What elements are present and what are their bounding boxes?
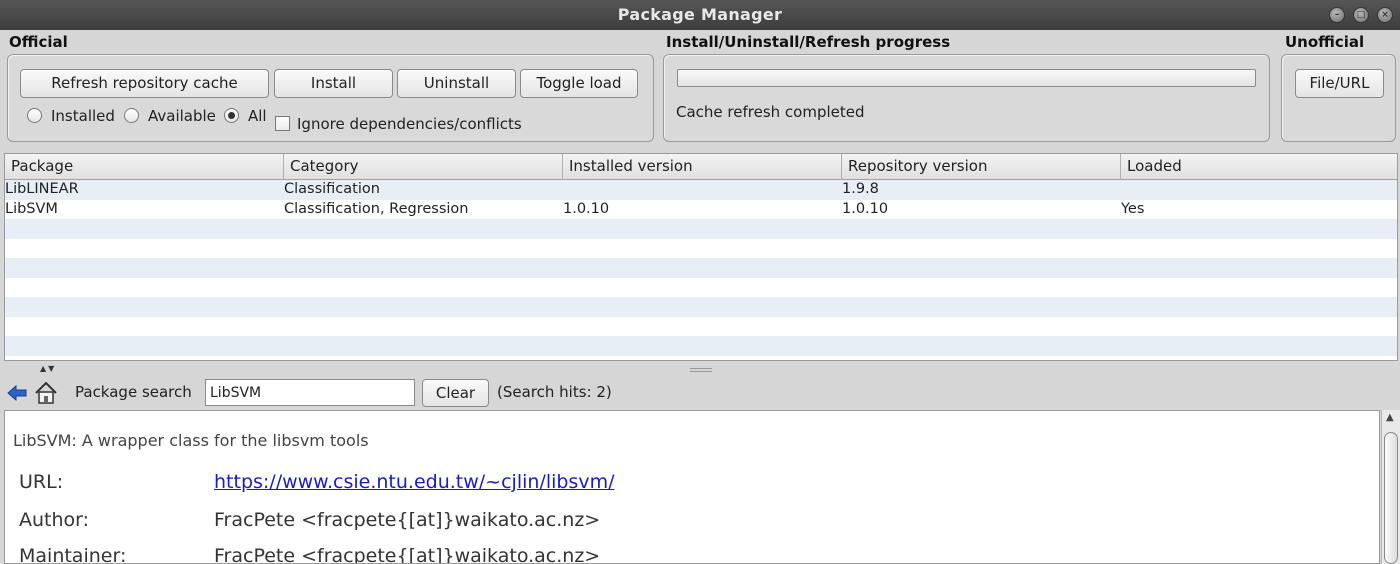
official-label: Official [9, 33, 68, 51]
ignore-dependencies-checkbox[interactable] [275, 116, 290, 131]
close-icon[interactable]: × [1377, 7, 1393, 23]
available-radio[interactable] [124, 108, 139, 123]
unofficial-group [1281, 54, 1396, 142]
search-bar: Package search Clear (Search hits: 2) [0, 378, 1400, 408]
maintainer-label: Maintainer: [19, 545, 127, 564]
window-title: Package Manager [617, 5, 783, 24]
cell-package: LibLINEAR [5, 181, 79, 197]
minimize-icon[interactable]: – [1329, 7, 1345, 23]
split-pane-divider[interactable]: ▲▼ [0, 362, 1400, 378]
progress-status: Cache refresh completed [676, 103, 865, 121]
cell-installed-version: 1.0.10 [563, 200, 610, 217]
progress-bar [677, 69, 1256, 87]
toggle-load-button[interactable]: Toggle load [520, 69, 638, 98]
author-label: Author: [19, 509, 90, 531]
progress-label: Install/Uninstall/Refresh progress [666, 33, 951, 51]
installed-radio[interactable] [27, 108, 42, 123]
ignore-dependencies-label: Ignore dependencies/conflicts [297, 115, 522, 133]
progress-group [663, 54, 1270, 142]
home-icon[interactable] [33, 380, 59, 406]
url-label: URL: [19, 471, 64, 493]
scroll-up-icon[interactable]: ▲ [1386, 412, 1394, 423]
package-table: Package Category Installed version Repos… [4, 153, 1398, 361]
column-header-package[interactable]: Package [5, 154, 284, 180]
all-radio[interactable] [224, 108, 239, 123]
splitter-grip-icon[interactable] [690, 368, 712, 372]
cell-category: Classification, Regression [284, 200, 469, 217]
maximize-icon[interactable]: □ [1353, 7, 1369, 23]
maintainer-value: FracPete <fracpete{[at]}waikato.ac.nz> [214, 545, 601, 564]
all-radio-label: All [248, 107, 267, 125]
column-header-category[interactable]: Category [284, 154, 563, 180]
available-radio-label: Available [148, 107, 216, 125]
info-vertical-scrollbar[interactable]: ▲ [1381, 410, 1400, 564]
package-info-panel: LibSVM: A wrapper class for the libsvm t… [4, 410, 1380, 564]
clear-search-button[interactable]: Clear [422, 379, 489, 407]
cell-loaded: Yes [1121, 200, 1145, 217]
split-arrows-icon[interactable]: ▲▼ [40, 364, 56, 373]
table-body: LibLINEAR Classification 1.9.8 LibSVM Cl… [5, 180, 1397, 356]
cell-category: Classification [284, 181, 380, 197]
column-header-loaded[interactable]: Loaded [1121, 154, 1397, 180]
package-search-label: Package search [75, 383, 192, 401]
back-arrow-icon[interactable] [6, 384, 28, 402]
package-search-input[interactable] [205, 379, 415, 406]
unofficial-label: Unofficial [1285, 33, 1365, 51]
empty-row [5, 336, 1397, 356]
empty-row [5, 238, 1397, 258]
installed-radio-label: Installed [51, 107, 115, 125]
cell-repository-version: 1.0.10 [842, 200, 889, 217]
table-row[interactable]: LibLINEAR Classification 1.9.8 [5, 180, 1397, 200]
refresh-cache-button[interactable]: Refresh repository cache [20, 69, 269, 98]
search-hits-count: (Search hits: 2) [497, 383, 612, 401]
package-url-link[interactable]: https://www.csie.ntu.edu.tw/~cjlin/libsv… [214, 471, 614, 493]
empty-row [5, 277, 1397, 297]
column-header-installed-version[interactable]: Installed version [563, 154, 842, 180]
empty-row [5, 297, 1397, 317]
author-value: FracPete <fracpete{[at]}waikato.ac.nz> [214, 509, 601, 531]
scrollbar-thumb[interactable] [1384, 432, 1398, 564]
title-bar: Package Manager – □ × [0, 0, 1400, 30]
cell-repository-version: 1.9.8 [842, 181, 879, 197]
table-row[interactable]: LibSVM Classification, Regression 1.0.10… [5, 199, 1397, 219]
column-header-repository-version[interactable]: Repository version [842, 154, 1121, 180]
file-url-button[interactable]: File/URL [1295, 69, 1384, 98]
package-summary: LibSVM: A wrapper class for the libsvm t… [13, 431, 369, 450]
empty-row [5, 219, 1397, 239]
install-button[interactable]: Install [274, 69, 393, 98]
table-header: Package Category Installed version Repos… [5, 154, 1397, 180]
cell-package: LibSVM [5, 200, 58, 217]
empty-row [5, 316, 1397, 336]
empty-row [5, 258, 1397, 278]
uninstall-button[interactable]: Uninstall [397, 69, 516, 98]
